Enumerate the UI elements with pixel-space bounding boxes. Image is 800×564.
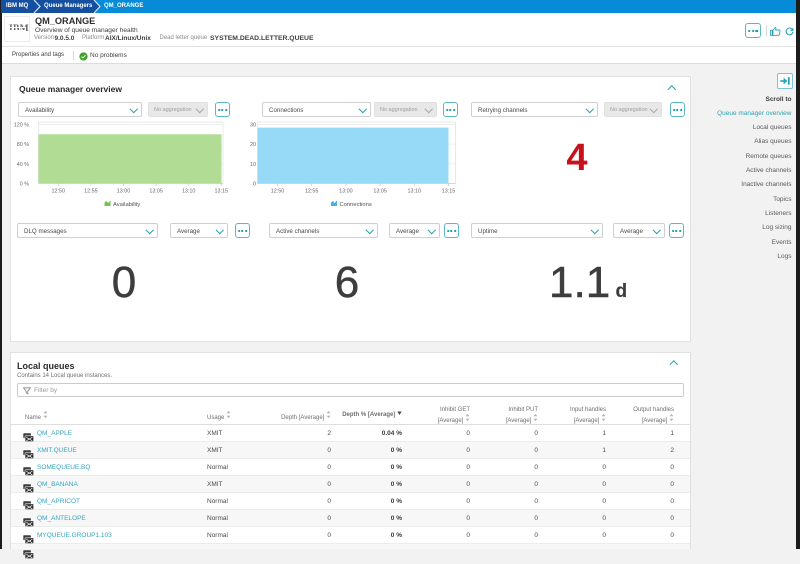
svg-text:12:55: 12:55 (84, 189, 98, 195)
svg-text:30: 30 (250, 122, 256, 128)
svg-text:12:50: 12:50 (52, 189, 66, 195)
svg-text:13:10: 13:10 (408, 189, 422, 195)
svg-text:80 %: 80 % (17, 142, 29, 148)
svg-text:120 %: 120 % (14, 122, 29, 128)
svg-text:13:00: 13:00 (117, 189, 131, 195)
svg-text:13:10: 13:10 (182, 189, 196, 195)
svg-text:40 %: 40 % (17, 162, 29, 168)
svg-text:13:15: 13:15 (442, 189, 456, 195)
svg-text:Connections: Connections (340, 202, 372, 208)
svg-text:13:05: 13:05 (149, 189, 163, 195)
svg-text:13:05: 13:05 (373, 189, 387, 195)
svg-text:0: 0 (253, 181, 256, 187)
svg-text:10: 10 (250, 162, 256, 168)
svg-text:12:50: 12:50 (271, 189, 285, 195)
svg-text:13:00: 13:00 (339, 189, 353, 195)
svg-text:12:55: 12:55 (305, 189, 319, 195)
svg-text:20: 20 (250, 142, 256, 148)
svg-text:13:15: 13:15 (215, 189, 229, 195)
svg-text:Availability: Availability (113, 202, 140, 208)
svg-text:0 %: 0 % (20, 181, 29, 187)
